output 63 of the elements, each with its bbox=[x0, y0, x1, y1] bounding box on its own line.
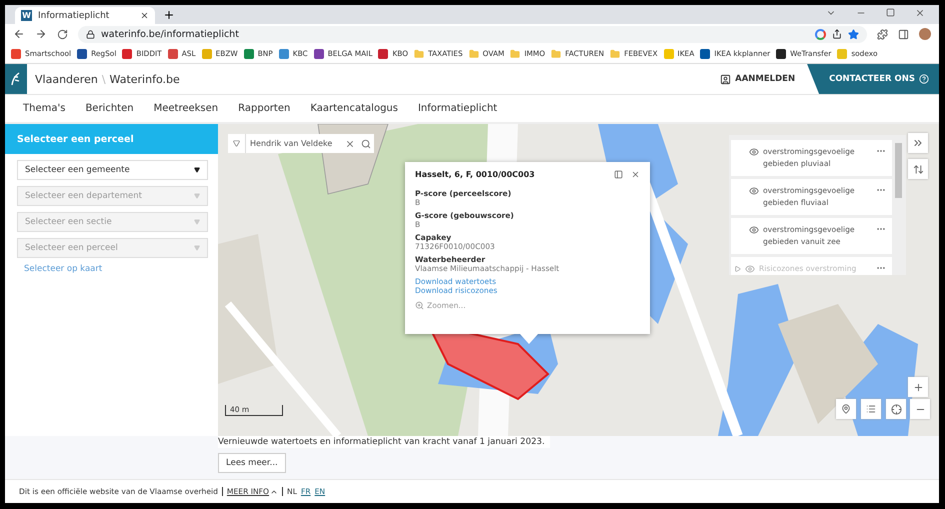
close-icon[interactable] bbox=[915, 8, 925, 18]
g-logo-icon bbox=[815, 28, 826, 40]
search-button[interactable] bbox=[358, 134, 374, 153]
site-link[interactable]: Waterinfo.be bbox=[110, 72, 180, 86]
reload-icon[interactable] bbox=[57, 28, 68, 40]
dropdown-caret-icon bbox=[194, 245, 200, 251]
breadcrumb-separator: \ bbox=[102, 72, 106, 86]
legend-button[interactable] bbox=[861, 399, 881, 419]
dropdown-caret-icon bbox=[194, 193, 200, 199]
maximize-icon[interactable] bbox=[886, 8, 895, 16]
list-icon bbox=[866, 404, 876, 414]
contact-button[interactable]: CONTACTEER ONS bbox=[807, 64, 939, 94]
double-chevron-icon bbox=[912, 137, 924, 149]
star-icon[interactable] bbox=[848, 28, 859, 40]
nav-link[interactable]: Informatieplicht bbox=[418, 103, 498, 114]
collapse-button[interactable] bbox=[908, 133, 928, 153]
url-text: waterinfo.be/informatieplicht bbox=[101, 28, 239, 40]
login-button[interactable]: AANMELDEN bbox=[708, 74, 808, 84]
profile-avatar[interactable] bbox=[919, 28, 931, 40]
dropdown-caret-icon bbox=[233, 140, 240, 147]
dock-icon[interactable] bbox=[614, 170, 623, 179]
dropdown-caret-icon bbox=[194, 219, 200, 225]
search-field[interactable]: Hendrik van Veldeke bbox=[246, 134, 342, 153]
pin-icon bbox=[841, 404, 851, 414]
help-icon bbox=[919, 74, 929, 84]
sort-button[interactable] bbox=[908, 159, 928, 179]
dropdown-caret-icon bbox=[194, 167, 200, 173]
site-favicon: W bbox=[21, 10, 32, 21]
side-panel-icon[interactable] bbox=[898, 28, 909, 40]
crosshair-icon bbox=[890, 404, 902, 414]
zoom-in-icon bbox=[415, 301, 424, 310]
select-field[interactable]: Selecteer een gemeente bbox=[17, 160, 208, 180]
brand-link[interactable]: Vlaanderen bbox=[35, 72, 98, 86]
locate-button[interactable] bbox=[886, 399, 906, 419]
close-icon[interactable] bbox=[140, 11, 149, 20]
new-tab-icon[interactable] bbox=[163, 9, 175, 21]
browser-tab[interactable]: W Informatieplicht bbox=[15, 7, 155, 24]
forward-icon[interactable] bbox=[35, 28, 47, 40]
expand-icon[interactable] bbox=[735, 266, 741, 272]
search-icon bbox=[361, 138, 371, 148]
nav-link[interactable]: Meetreeksen bbox=[154, 103, 218, 114]
share-icon[interactable] bbox=[832, 29, 842, 39]
back-icon[interactable] bbox=[13, 28, 25, 40]
lock-icon bbox=[86, 30, 95, 38]
zoom-in-button[interactable] bbox=[908, 377, 928, 397]
extensions-icon[interactable] bbox=[877, 28, 888, 40]
dropdown-button[interactable] bbox=[228, 134, 246, 153]
address-bar[interactable]: waterinfo.be/informatieplicht bbox=[78, 26, 867, 42]
scrollbar-thumb[interactable] bbox=[895, 143, 902, 198]
sidebar-title: Selecteer een perceel bbox=[5, 124, 218, 154]
nav-link[interactable]: Rapporten bbox=[238, 103, 290, 114]
nav-link[interactable]: Thema's bbox=[23, 103, 66, 114]
plus-icon bbox=[912, 382, 924, 392]
sort-icon bbox=[912, 164, 924, 174]
popup-title: Hasselt, 6, F, 0010/00C003 bbox=[415, 170, 535, 179]
location-button[interactable] bbox=[836, 399, 856, 419]
close-icon[interactable] bbox=[631, 170, 640, 179]
notice-text: Vernieuwde watertoets en informatieplicht van kracht vanaf 1 januari 2023. bbox=[218, 436, 550, 448]
nav-link[interactable]: Kaartencatalogus bbox=[310, 103, 398, 114]
close-icon bbox=[345, 138, 355, 148]
read-more-button[interactable]: Lees meer... bbox=[218, 453, 286, 473]
user-icon bbox=[720, 74, 732, 84]
nav-link[interactable]: Berichten bbox=[85, 103, 134, 114]
